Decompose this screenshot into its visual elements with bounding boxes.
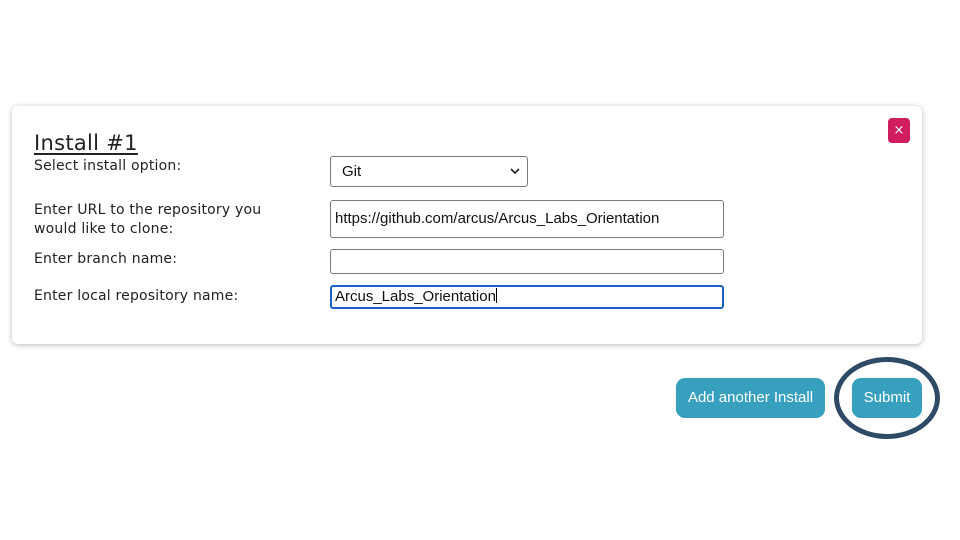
local-repo-input[interactable]: Arcus_Labs_Orientation xyxy=(330,285,724,309)
install-title: Install #1 xyxy=(34,131,138,155)
repo-url-input[interactable]: https://github.com/arcus/Arcus_Labs_Orie… xyxy=(330,200,724,238)
submit-button[interactable]: Submit xyxy=(852,378,922,418)
branch-input[interactable] xyxy=(330,249,724,274)
local-repo-label: Enter local repository name: xyxy=(34,288,239,304)
local-repo-value: Arcus_Labs_Orientation xyxy=(335,288,496,305)
repo-url-label: Enter URL to the repository you would li… xyxy=(34,202,262,237)
install-option-value: Git xyxy=(342,163,362,180)
close-icon: × xyxy=(893,123,905,138)
branch-label: Enter branch name: xyxy=(34,251,178,267)
close-button[interactable]: × xyxy=(888,118,910,143)
add-another-install-button[interactable]: Add another Install xyxy=(676,378,825,418)
install-option-select[interactable]: Git xyxy=(330,156,528,187)
repo-url-value: https://github.com/arcus/Arcus_Labs_Orie… xyxy=(335,210,660,227)
install-card: Install #1 × Select install option: Git … xyxy=(12,106,922,344)
text-caret xyxy=(495,288,497,303)
page: Install #1 × Select install option: Git … xyxy=(0,0,960,540)
chevron-down-icon xyxy=(509,157,521,196)
install-option-label: Select install option: xyxy=(34,158,182,174)
